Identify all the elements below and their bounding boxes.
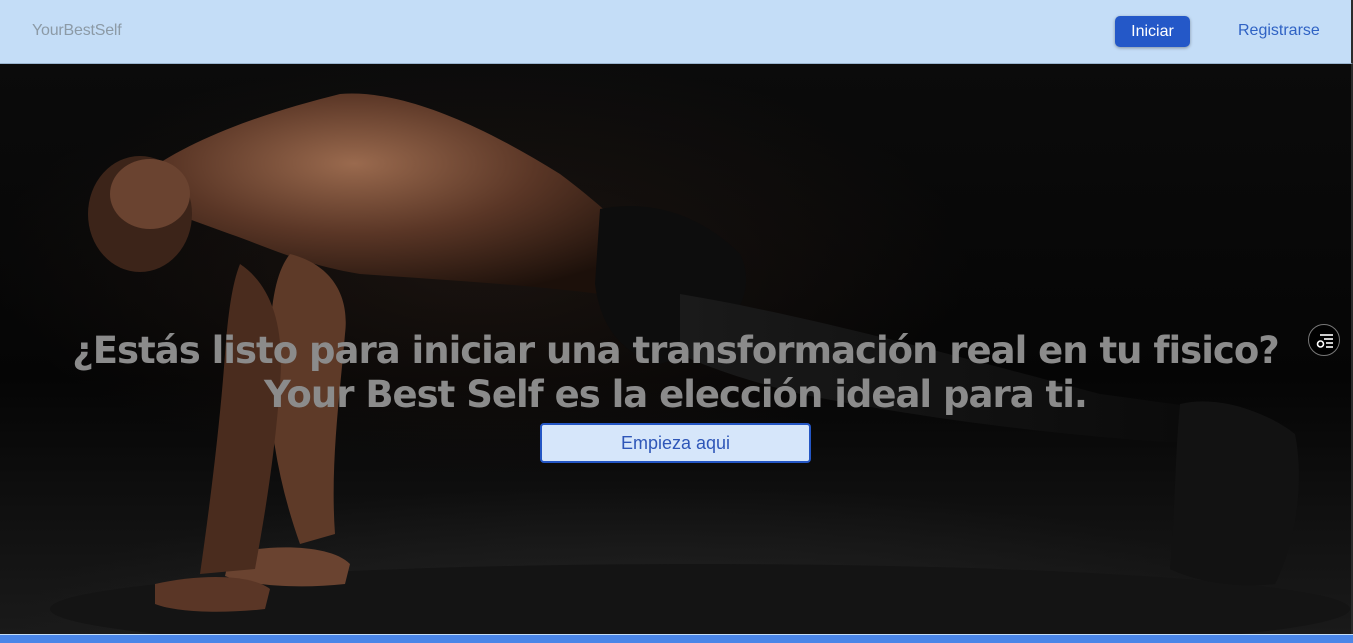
- hero-headline: ¿Estás listo para iniciar una transforma…: [0, 329, 1351, 417]
- hero-headline-line1: ¿Estás listo para iniciar una transforma…: [72, 328, 1279, 372]
- start-here-button[interactable]: Empieza aqui: [540, 423, 811, 463]
- filter-settings-button[interactable]: [1308, 324, 1340, 356]
- brand-logo[interactable]: YourBestSelf: [32, 22, 122, 40]
- navbar: YourBestSelf Iniciar Registrarse: [0, 0, 1353, 64]
- login-button[interactable]: Iniciar: [1115, 16, 1190, 47]
- hero-headline-line2: Your Best Self es la elección ideal para…: [264, 372, 1088, 416]
- hero-section: ¿Estás listo para iniciar una transforma…: [0, 64, 1353, 636]
- filter-settings-icon: [1316, 334, 1333, 348]
- register-link[interactable]: Registrarse: [1238, 22, 1320, 40]
